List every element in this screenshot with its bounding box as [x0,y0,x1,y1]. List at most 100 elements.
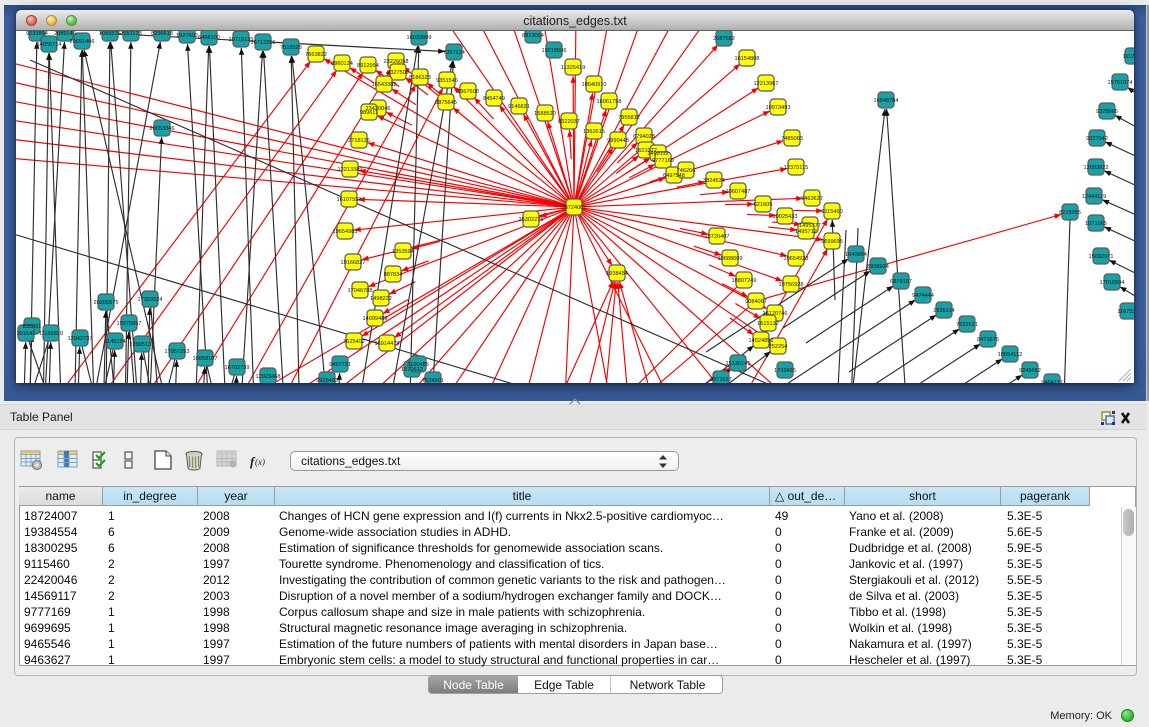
svg-text:15136141: 15136141 [726,361,751,367]
svg-text:8971627: 8971627 [710,377,732,383]
svg-text:16914479: 16914479 [375,341,400,347]
svg-text:19654983: 19654983 [333,229,358,235]
svg-text:3824534: 3824534 [703,178,725,184]
svg-text:16961758: 16961758 [597,99,622,105]
svg-text:9777169: 9777169 [652,158,674,164]
svg-text:19975857: 19975857 [117,321,142,327]
svg-text:10025433: 10025433 [773,214,798,220]
svg-text:887834: 887834 [384,272,403,278]
svg-text:6794028: 6794028 [633,134,655,140]
svg-text:7955812: 7955812 [618,115,640,121]
svg-text:8471676: 8471676 [977,337,999,343]
svg-text:9227342: 9227342 [1086,136,1108,142]
svg-text:10654112: 10654112 [998,352,1022,358]
svg-text:7485063: 7485063 [781,136,803,142]
svg-text:9464112: 9464112 [1041,380,1062,383]
svg-text:12923468: 12923468 [256,374,281,380]
svg-text:989611: 989611 [360,110,378,116]
svg-text:2718126: 2718126 [348,138,370,144]
svg-text:1065526: 1065526 [99,31,121,37]
svg-text:8960124: 8960124 [331,61,353,67]
svg-text:20206575: 20206575 [94,300,119,306]
svg-text:9245652: 9245652 [1019,368,1041,374]
svg-text:12905135: 12905135 [130,342,155,348]
svg-text:17957253: 17957253 [165,349,190,355]
svg-text:12213967: 12213967 [754,81,779,87]
svg-text:6466100: 6466100 [198,35,220,41]
svg-text:11325419: 11325419 [561,65,585,71]
svg-text:1362615: 1362615 [583,129,605,135]
svg-text:9351546: 9351546 [436,78,458,84]
svg-text:16107552: 16107552 [337,197,362,203]
svg-text:7357224: 7357224 [443,50,465,56]
svg-text:18807249: 18807249 [732,278,757,284]
svg-text:7625402: 7625402 [343,339,365,345]
svg-text:9699695: 9699695 [821,239,843,245]
svg-text:9925403: 9925403 [316,378,338,383]
svg-text:8813054: 8813054 [522,33,544,39]
svg-text:19756928: 19756928 [779,282,804,288]
svg-text:14099489: 14099489 [363,316,388,322]
svg-text:9474444: 9474444 [912,293,934,299]
svg-text:10688609: 10688609 [718,256,743,262]
svg-text:1527602: 1527602 [176,33,198,39]
svg-text:1495712: 1495712 [795,229,817,235]
svg-text:1498222: 1498222 [370,296,392,302]
svg-text:(x): (x) [255,457,265,467]
svg-text:23226058: 23226058 [384,59,409,65]
svg-text:8454749: 8454749 [483,96,505,102]
svg-text:16713355: 16713355 [251,40,276,46]
svg-text:1353594: 1353594 [392,249,414,255]
svg-text:8215955: 8215955 [1059,210,1081,216]
svg-text:16120746: 16120746 [763,311,788,317]
svg-text:18640910: 18640910 [582,82,607,88]
svg-text:7651123: 7651123 [120,31,141,37]
svg-text:1938454: 1938454 [606,271,628,277]
svg-text:16033809: 16033809 [407,35,432,41]
svg-text:9084067: 9084067 [745,299,767,305]
svg-text:1733426: 1733426 [774,368,796,374]
svg-text:9146821: 9146821 [508,104,530,110]
svg-text:1071065: 1071065 [1085,221,1107,227]
svg-text:1167533: 1167533 [1117,309,1134,315]
svg-text:2087682: 2087682 [713,36,735,42]
svg-text:1588520: 1588520 [534,111,556,117]
svg-text:8938924: 8938924 [867,264,889,270]
svg-text:6879197: 6879197 [890,279,912,285]
svg-text:12444119: 12444119 [1082,194,1106,200]
svg-text:1615132: 1615132 [757,321,779,327]
svg-text:9457791: 9457791 [329,362,351,368]
svg-text:8912954: 8912954 [357,63,379,69]
svg-text:16543382: 16543382 [372,82,397,88]
svg-text:12375115: 12375115 [784,165,808,171]
svg-text:1145194: 1145194 [104,339,125,345]
svg-text:252254: 252254 [769,344,788,350]
svg-text:15751074: 15751074 [1108,80,1133,86]
svg-text:19218506: 19218506 [542,48,567,54]
svg-text:9031854: 9031854 [26,31,48,37]
svg-text:9990448: 9990448 [607,138,629,144]
svg-text:9327509: 9327509 [387,70,409,76]
svg-text:2935114: 2935114 [933,308,954,314]
svg-text:19166827: 19166827 [341,260,366,266]
svg-text:12942737: 12942737 [68,336,93,342]
svg-text:835001: 835001 [23,324,42,330]
svg-text:25302275: 25302275 [519,217,544,223]
svg-text:16648784: 16648784 [874,98,899,104]
svg-text:1112453: 1112453 [1123,54,1134,60]
svg-text:7515526: 7515526 [280,45,302,51]
svg-text:16782759: 16782759 [225,365,250,371]
svg-text:7632621: 7632621 [956,322,978,328]
svg-text:1640954: 1640954 [845,252,867,258]
svg-text:2967608: 2967608 [457,89,479,95]
svg-text:8296618: 8296618 [151,31,173,37]
svg-text:9115460: 9115460 [821,209,842,215]
svg-text:9463627: 9463627 [801,196,823,202]
svg-text:15692971: 15692971 [1089,254,1114,260]
svg-text:17359924: 17359924 [138,297,163,303]
svg-text:11156829: 11156829 [39,331,63,337]
svg-text:9329966: 9329966 [1096,109,1118,115]
svg-text:20691406: 20691406 [70,39,95,45]
svg-text:10607487: 10607487 [726,189,751,195]
svg-text:621605: 621605 [754,202,773,208]
